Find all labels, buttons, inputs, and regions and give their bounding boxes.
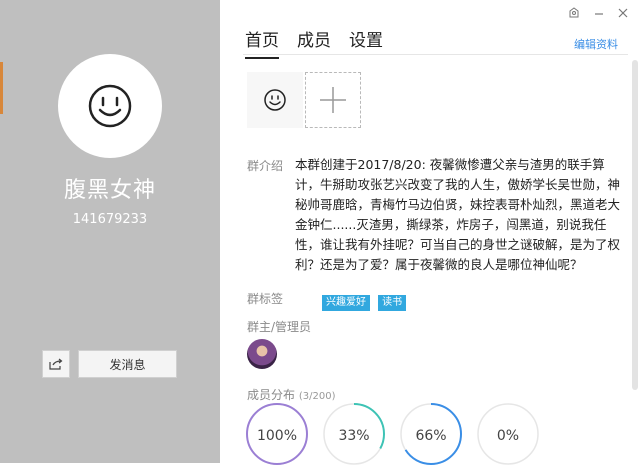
group-avatar[interactable] [58,54,162,158]
group-id: 141679233 [72,212,148,227]
admin-label: 群主/管理员 [247,320,312,334]
distribution-ring-4[interactable]: 0% [476,402,540,466]
share-icon [49,358,63,370]
group-icon-thumbnail[interactable] [247,72,303,128]
intro-label: 群介绍 [247,159,284,173]
distribution-label: 成员分布 (3/200) [247,388,336,402]
skin-icon[interactable] [568,7,580,22]
tags-label: 群标签 [247,292,284,306]
group-name: 腹黑女神 [63,178,156,203]
close-icon[interactable] [618,7,628,22]
distribution-value: 66% [415,428,447,444]
share-button[interactable] [42,350,70,378]
tag-list: 兴趣爱好 读书 [322,290,409,311]
edit-profile-link[interactable]: 编辑资料 [574,36,618,52]
plus-icon [320,87,346,113]
scrollbar[interactable] [632,60,638,390]
distribution-ring-2[interactable]: 33% [322,402,386,466]
distribution-value: 0% [496,428,520,444]
panel-edge-indicator [0,62,3,114]
distribution-ring-3[interactable]: 66% [399,402,463,466]
distribution-value: 33% [338,428,370,444]
tab-divider [243,54,628,55]
profile-panel: 腹黑女神 141679233 发消息 [0,0,220,463]
main-panel: 首页 成员 设置 编辑资料 群介绍 本群创建于2017/8/20: 夜馨微惨遭父… [220,0,640,466]
admin-avatar[interactable] [247,339,277,369]
distribution-count: (3/200) [298,391,336,402]
add-photo-button[interactable] [305,72,361,128]
smiley-icon [264,89,286,111]
smiley-icon [88,84,132,128]
group-intro-text: 本群创建于2017/8/20: 夜馨微惨遭父亲与渣男的联手算计，牛掰助攻张艺兴改… [295,157,621,272]
send-message-button[interactable]: 发消息 [78,350,177,378]
tag-hobby[interactable]: 兴趣爱好 [322,295,370,311]
distribution-value: 100% [256,428,298,444]
minimize-icon[interactable] [594,7,604,22]
tag-reading[interactable]: 读书 [378,295,407,311]
distribution-ring-1[interactable]: 100% [245,402,309,466]
